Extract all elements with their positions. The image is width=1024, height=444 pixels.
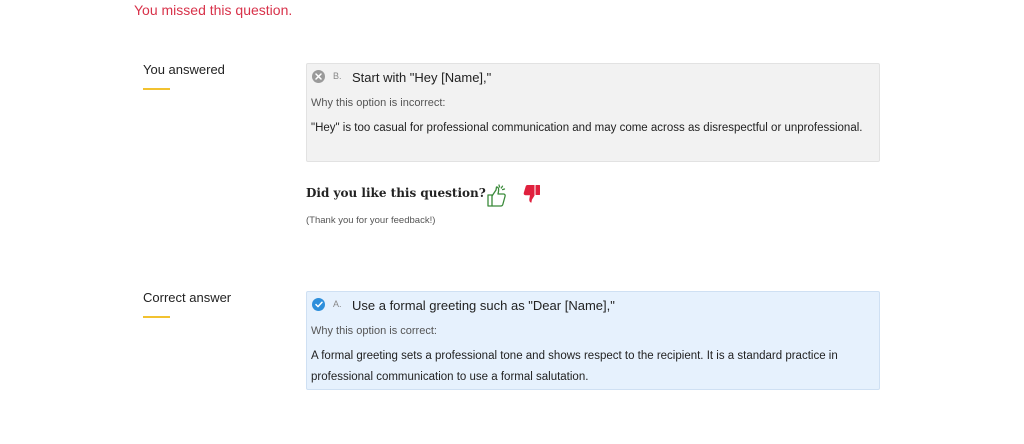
thumbs-up-icon[interactable] xyxy=(485,184,507,213)
section-underline xyxy=(143,316,170,318)
option-explanation: "Hey" is too casual for professional com… xyxy=(311,122,863,134)
your-answer-card: B. Start with "Hey [Name]," Why this opt… xyxy=(306,63,880,162)
you-answered-label: You answered xyxy=(143,62,225,77)
option-letter: A. xyxy=(333,299,342,309)
correct-answer-label: Correct answer xyxy=(143,290,232,305)
option-text: Start with "Hey [Name]," xyxy=(352,70,492,85)
quiz-review-page: You missed this question. You answered B… xyxy=(0,0,1024,444)
thumbs-down-icon[interactable] xyxy=(522,184,542,209)
why-incorrect-label: Why this option is incorrect: xyxy=(311,97,446,109)
feedback-thanks-text: (Thank you for your feedback!) xyxy=(306,215,436,226)
missed-question-message: You missed this question. xyxy=(134,2,293,18)
feedback-question: Did you like this question? xyxy=(306,186,486,200)
check-circle-icon xyxy=(312,298,325,311)
section-underline xyxy=(143,88,170,90)
option-text: Use a formal greeting such as "Dear [Nam… xyxy=(352,298,615,313)
correct-answer-card: A. Use a formal greeting such as "Dear [… xyxy=(306,291,880,390)
option-letter: B. xyxy=(333,71,342,81)
option-explanation: A formal greeting sets a professional to… xyxy=(311,350,838,383)
x-circle-icon xyxy=(312,70,325,83)
why-correct-label: Why this option is correct: xyxy=(311,325,437,337)
